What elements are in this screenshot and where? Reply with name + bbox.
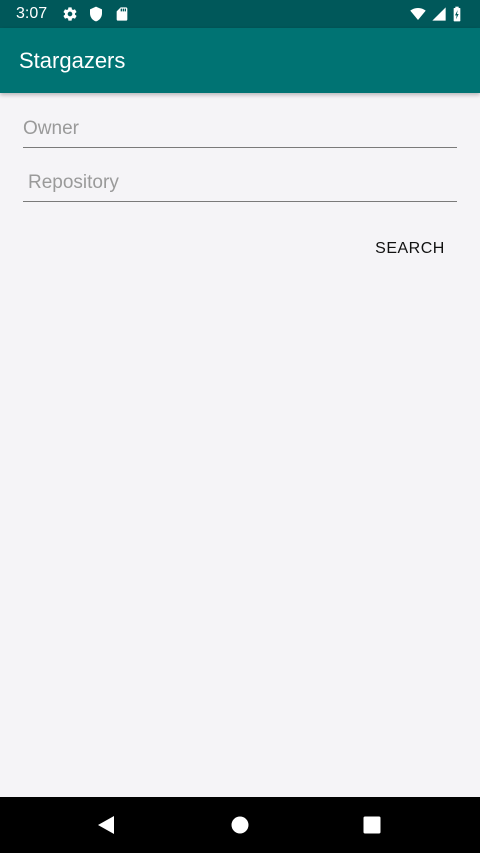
wifi-icon [410,8,426,20]
repository-field [23,166,457,202]
recents-icon[interactable] [360,813,384,837]
owner-field [23,112,457,148]
repository-input[interactable] [23,166,457,200]
sd-card-icon [116,7,128,21]
search-button[interactable]: SEARCH [366,232,454,266]
owner-input[interactable] [23,112,457,146]
settings-icon [63,7,77,21]
navigation-bar [0,797,480,853]
status-time: 3:07 [16,5,48,22]
app-bar: Stargazers [0,28,480,93]
owner-underline [23,147,457,148]
status-bar: 3:07 [0,0,480,28]
app-title: Stargazers [19,48,126,73]
signal-icon [432,7,446,21]
repository-underline [23,201,457,202]
home-icon[interactable] [228,813,252,837]
battery-icon [453,6,461,22]
shield-icon [90,6,102,22]
back-icon[interactable] [94,813,118,837]
